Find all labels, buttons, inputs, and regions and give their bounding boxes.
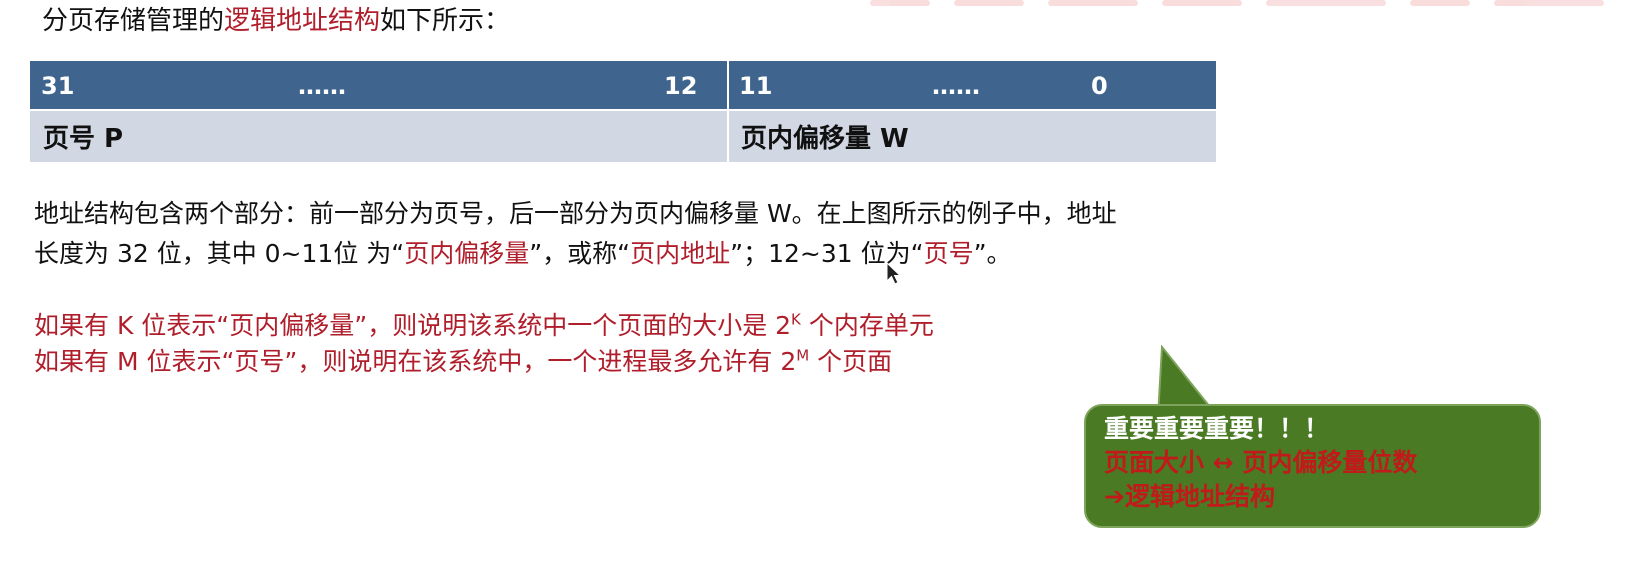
page-number-field: 页号 P [43,124,124,154]
heading-prefix: 分页存储管理的 [42,6,225,36]
description-line-1: 地址结构包含两个部分：前一部分为页号，后一部分为页内偏移量 W。在上图所示的例子… [34,199,1117,228]
desc-highlight-offset: 页内偏移量 [404,239,530,268]
desc-highlight-page-number: 页号 [923,239,974,268]
address-structure-table: 31 …… 12 11 …… 0 页号 P 页内偏移量 W [30,61,1216,162]
callout-line-2: 页面大小 ↔ 页内偏移量位数 [1104,448,1418,477]
table-divider [727,61,729,162]
desc-text: ”，或称“ [529,239,631,268]
k-rule-text: 如果有 K 位表示“页内偏移量”，则说明该系统中一个页面的大小是 2 [34,311,792,340]
important-callout: 重要重要重要！！！ 页面大小 ↔ 页内偏移量位数 ➔逻辑地址结构 [1084,404,1541,528]
callout-line-1: 重要重要重要！！！ [1104,414,1330,443]
bit-31-label: 31 [41,72,75,100]
k-rule-text-end: 个内存单元 [800,311,934,340]
description-line-2: 长度为 32 位，其中 0~11位 为“页内偏移量”，或称“页内地址”；12~3… [34,234,1117,274]
description-paragraph: 地址结构包含两个部分：前一部分为页号，后一部分为页内偏移量 W。在上图所示的例子… [34,194,1117,274]
desc-highlight-inner-address: 页内地址 [630,239,731,268]
callout-line-3: ➔逻辑地址结构 [1104,482,1275,511]
bit-11-label: 11 [739,72,773,100]
top-annotation-marks [870,0,1610,14]
address-fields-row: 页号 P 页内偏移量 W [30,111,1216,162]
m-bit-rule: 如果有 M 位表示“页号”，则说明在该系统中，一个进程最多允许有 2M 个页面 [34,344,892,380]
mouse-cursor-icon [886,262,902,285]
heading-highlight: 逻辑地址结构 [224,6,381,36]
k-rule-exponent: K [791,310,801,329]
m-rule-text-end: 个页面 [809,347,893,376]
desc-text: ”。 [973,239,1012,268]
m-rule-exponent: M [796,346,810,365]
page-offset-field: 页内偏移量 W [741,124,909,154]
k-bit-rule: 如果有 K 位表示“页内偏移量”，则说明该系统中一个页面的大小是 2K 个内存单… [34,308,934,344]
page-heading: 分页存储管理的逻辑地址结构如下所示： [42,4,510,38]
desc-text: 长度为 32 位，其中 0~11位 为“ [34,239,405,268]
address-bits-header: 31 …… 12 11 …… 0 [30,61,1216,109]
m-rule-text: 如果有 M 位表示“页号”，则说明在该系统中，一个进程最多允许有 2 [34,347,797,376]
low-bits-dots: …… [932,72,980,100]
bit-0-label: 0 [1091,72,1108,100]
heading-suffix: 如下所示： [380,6,511,36]
bit-12-label: 12 [664,72,698,100]
high-bits-dots: …… [298,72,346,100]
